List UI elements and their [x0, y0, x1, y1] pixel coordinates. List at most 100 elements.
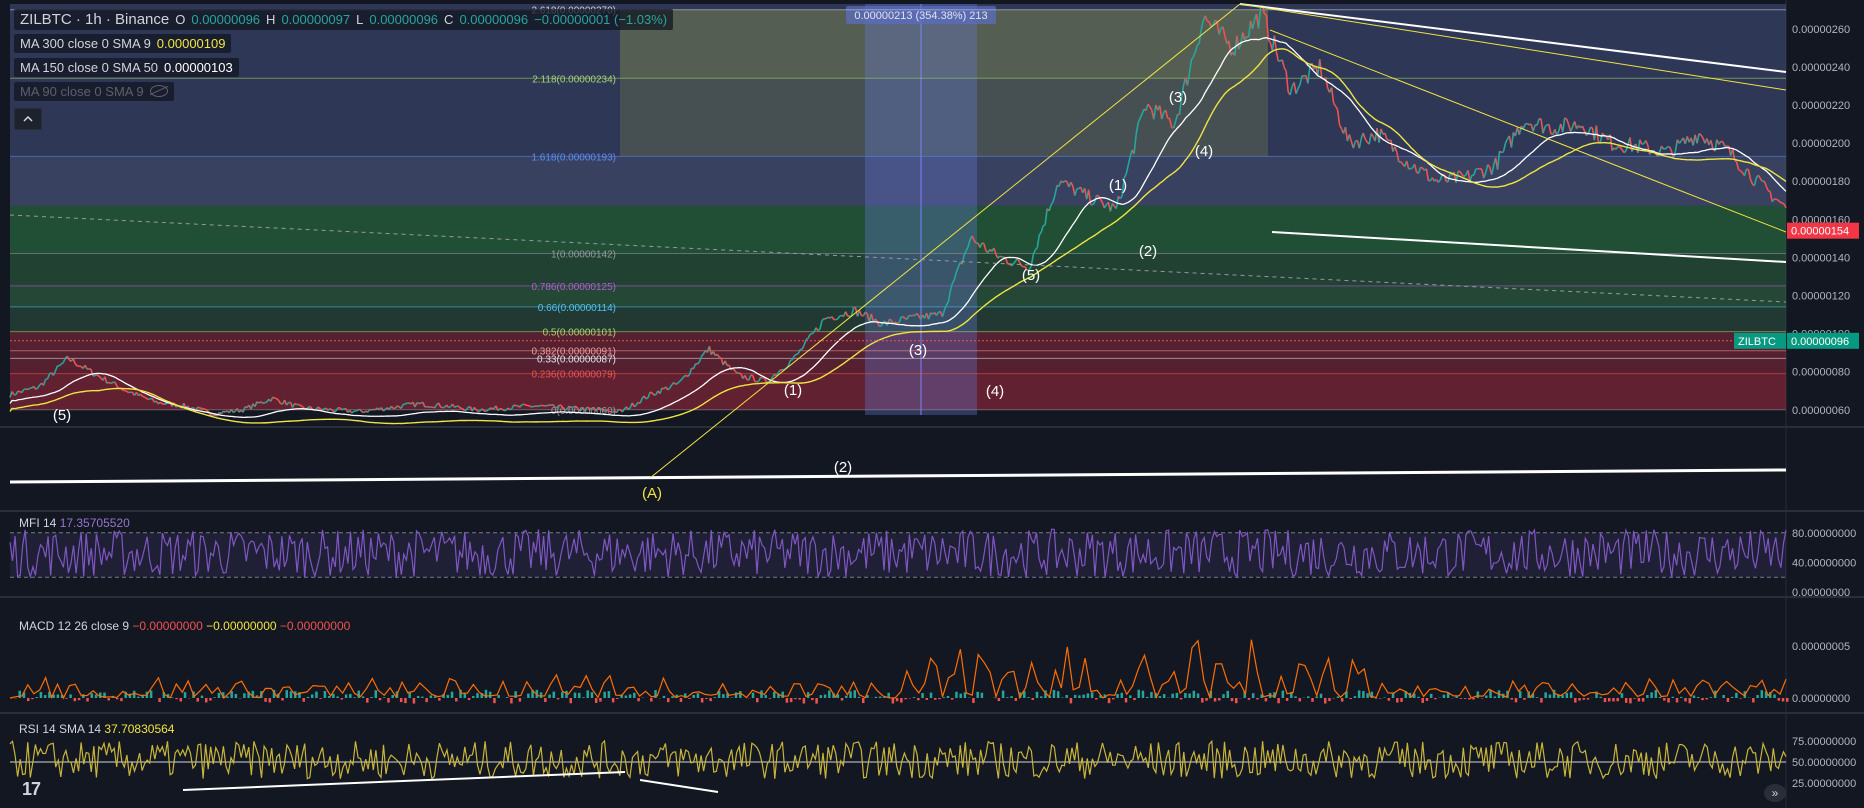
macd-histogram-bar: [590, 692, 594, 698]
collapse-legend-button[interactable]: [14, 108, 42, 130]
hidden-eye-icon[interactable]: [149, 85, 168, 97]
macd-histogram-bar: [980, 692, 984, 698]
macd-histogram-bar: [137, 696, 140, 698]
indicator-ma300[interactable]: MA 300 close 0 SMA 9 0.00000109: [14, 33, 232, 53]
price-candle: [1042, 224, 1046, 227]
macd-histogram-bar: [845, 695, 848, 698]
macd-histogram-bar: [1696, 697, 1700, 698]
macd-histogram-bar: [353, 697, 356, 698]
macd-histogram-bar: [1607, 698, 1611, 702]
macd-histogram-bar: [679, 698, 683, 702]
macd-histogram-bar: [819, 695, 823, 698]
macd-histogram-bar: [548, 694, 551, 698]
macd-histogram-bar: [1362, 691, 1365, 698]
macd-histogram-bar: [1035, 691, 1039, 698]
macd-histogram-bar: [1336, 696, 1340, 698]
macd-histogram-bar: [455, 698, 458, 702]
price-candle: [272, 396, 276, 399]
macd-histogram-bar: [1328, 698, 1331, 702]
mfi-tick-label: 80.00000000: [1792, 528, 1856, 540]
macd-histogram-bar: [955, 691, 958, 698]
price-candle: [299, 404, 303, 408]
macd-histogram-bar: [1014, 698, 1018, 701]
price-candle: [110, 381, 114, 385]
macd-value-1: −0.00000000: [132, 619, 203, 633]
macd-legend[interactable]: MACD 12 26 close 9 −0.00000000 −0.000000…: [19, 619, 350, 633]
macd-histogram-bar: [493, 698, 496, 704]
price-candle: [1064, 180, 1068, 183]
price-candle: [1214, 19, 1218, 23]
macd-histogram-bar: [1027, 697, 1030, 698]
rsi-legend[interactable]: RSI 14 SMA 14 37.70830564: [19, 722, 174, 736]
macd-histogram-bar: [1752, 698, 1755, 703]
macd-histogram-bar: [611, 698, 615, 703]
price-candle: [454, 405, 457, 409]
price-candle: [568, 405, 572, 408]
macd-histogram-bar: [599, 698, 602, 702]
macd-histogram-bar: [577, 692, 581, 698]
macd-histogram-bar: [815, 698, 818, 704]
macd-histogram-bar: [327, 696, 331, 698]
macd-histogram-bar: [1137, 689, 1140, 698]
macd-histogram-bar: [467, 698, 471, 701]
price-candle: [124, 389, 127, 392]
tradingview-logo[interactable]: 17: [22, 779, 41, 800]
price-candle: [738, 372, 742, 375]
indicator-label: MA 150 close 0 SMA 50: [20, 59, 159, 75]
price-candle: [999, 255, 1003, 258]
price-candle: [213, 413, 216, 417]
wave-label: (5): [53, 407, 71, 424]
price-candle: [760, 376, 763, 379]
macd-histogram-bar: [1565, 693, 1569, 698]
symbol-title[interactable]: ZILBTC · 1h · Binance: [20, 11, 169, 28]
price-candle: [211, 413, 214, 417]
mfi-tick-label: 40.00000000: [1792, 557, 1856, 569]
macd-histogram-bar: [1429, 693, 1433, 698]
macd-histogram-bar: [1353, 696, 1357, 698]
rsi-tick-label: 25.00000000: [1792, 778, 1856, 790]
price-candle: [106, 381, 110, 385]
wave-label: (1): [1109, 177, 1127, 194]
macd-histogram-bar: [107, 698, 110, 701]
macd-histogram-bar: [1357, 690, 1361, 698]
fib-label: 0.5(0.00000101): [543, 328, 616, 339]
macd-histogram-bar: [281, 698, 284, 701]
macd-histogram-bar: [1485, 695, 1488, 698]
mfi-value: 17.35705520: [59, 516, 130, 530]
macd-histogram-bar: [39, 691, 43, 698]
current-price-text: 0.00000154: [1791, 226, 1849, 238]
macd-histogram-bar: [1311, 698, 1314, 702]
macd-histogram-bar: [94, 694, 98, 698]
macd-histogram-bar: [1133, 698, 1136, 701]
macd-histogram-bar: [26, 698, 30, 702]
macd-histogram-bar: [1391, 692, 1395, 698]
price-candle: [547, 404, 550, 407]
scroll-to-realtime-button[interactable]: »: [1764, 784, 1786, 802]
macd-histogram-bar: [1116, 694, 1119, 698]
indicator-ma150[interactable]: MA 150 close 0 SMA 50 0.00000103: [14, 57, 239, 77]
macd-histogram-bar: [200, 695, 204, 698]
macd-histogram-bar: [1150, 692, 1153, 698]
indicator-ma90[interactable]: MA 90 close 0 SMA 9: [14, 81, 174, 101]
price-candle: [529, 405, 532, 408]
price-candle: [645, 396, 649, 400]
macd-histogram-bar: [302, 698, 305, 702]
macd-histogram-bar: [1374, 698, 1378, 699]
macd-histogram-bar: [1463, 698, 1467, 699]
macd-histogram-bar: [1735, 692, 1738, 698]
price-candle: [416, 401, 420, 405]
macd-histogram-bar: [811, 698, 814, 701]
change-value: −0.00000001 (−1.03%): [534, 11, 668, 27]
price-candle: [298, 403, 301, 406]
mfi-legend[interactable]: MFI 14 17.35705520: [19, 516, 130, 530]
macd-histogram-bar: [1184, 692, 1187, 698]
macd-histogram-bar: [319, 698, 322, 699]
macd-histogram-bar: [374, 690, 378, 698]
price-tick-label: 0.00000080: [1792, 367, 1850, 379]
macd-histogram-bar: [739, 691, 742, 698]
macd-histogram-bar: [785, 698, 789, 703]
macd-histogram-bar: [1340, 698, 1344, 702]
macd-histogram-bar: [1158, 696, 1162, 698]
fib-label: 0.66(0.00000114): [538, 303, 616, 314]
macd-histogram-bar: [1323, 698, 1327, 704]
